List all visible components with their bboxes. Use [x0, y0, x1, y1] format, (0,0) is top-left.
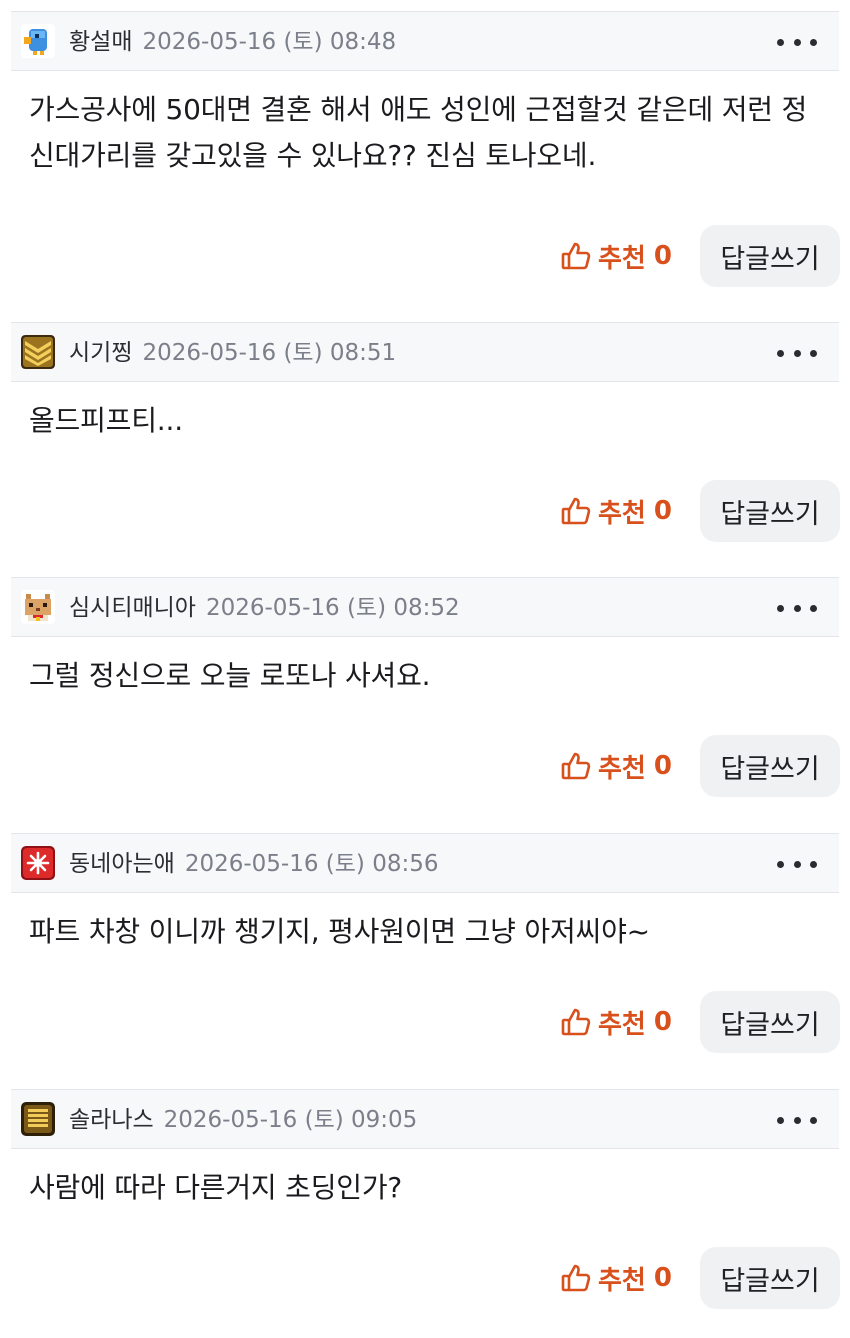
comment-item: 동네아는애 2026-05-16 (토) 08:56 파트 차창 이니까 챙기지,… [0, 833, 850, 1089]
comment-date: 2026-05-16 (토) 08:51 [142, 340, 397, 366]
like-count: 0 [653, 241, 672, 271]
like-count: 0 [653, 1007, 672, 1037]
comment-header: 동네아는애 2026-05-16 (토) 08:56 [11, 833, 839, 893]
reply-button[interactable]: 답글쓰기 [700, 1247, 840, 1309]
comment-item: 시기찡 2026-05-16 (토) 08:51 올드피프티... 추천 0 답글쓰… [0, 322, 850, 578]
like-count: 0 [653, 1263, 672, 1293]
comment-text: 그럴 정신으로 오늘 로또나 사셔요. [29, 659, 431, 692]
like-button[interactable]: 추천 0 [560, 1002, 680, 1042]
more-dots-icon[interactable] [777, 1104, 817, 1136]
thumbs-up-icon [561, 752, 591, 780]
more-dots-icon[interactable] [777, 337, 817, 369]
comment-author[interactable]: 솔라나스 2026-05-16 (토) 09:05 [69, 1106, 417, 1134]
reply-button[interactable]: 답글쓰기 [700, 225, 840, 287]
comment-text: 사람에 따라 다른거지 초딩인가? [29, 1171, 403, 1204]
comment-author[interactable]: 시기찡 2026-05-16 (토) 08:51 [69, 339, 396, 367]
more-dots-icon[interactable] [777, 848, 817, 880]
like-label: 추천 [598, 1265, 646, 1296]
comment-author[interactable]: 동네아는애 2026-05-16 (토) 08:56 [69, 850, 439, 878]
author-nickname[interactable]: 솔라나스 [69, 1107, 154, 1133]
like-count: 0 [653, 751, 672, 781]
red-burst-icon[interactable] [21, 846, 55, 880]
like-button[interactable]: 추천 0 [560, 1258, 680, 1298]
comment-date: 2026-05-16 (토) 08:52 [205, 595, 460, 621]
reply-button[interactable]: 답글쓰기 [700, 735, 840, 797]
like-button[interactable]: 추천 0 [560, 746, 680, 786]
more-dots-icon[interactable] [777, 26, 817, 58]
comment-header: 황설매 2026-05-16 (토) 08:48 [11, 11, 839, 71]
author-nickname[interactable]: 황설매 [69, 29, 132, 55]
like-button[interactable]: 추천 0 [560, 236, 680, 276]
comment-text: 가스공사에 50대면 결혼 해서 애도 성인에 근접할것 같은데 저런 정신대가… [29, 93, 808, 172]
comment-item: 솔라나스 2026-05-16 (토) 09:05 사람에 따라 다른거지 초딩인… [0, 1089, 850, 1338]
like-button[interactable]: 추천 0 [560, 491, 680, 531]
gold-chevron-rank-icon[interactable] [21, 335, 55, 369]
pixel-cat-icon[interactable] [21, 590, 55, 624]
author-nickname[interactable]: 동네아는애 [69, 851, 175, 877]
thumbs-up-icon [561, 1264, 591, 1292]
comment-header: 심시티매니아 2026-05-16 (토) 08:52 [11, 577, 839, 637]
like-label: 추천 [598, 753, 646, 784]
comment-author[interactable]: 황설매 2026-05-16 (토) 08:48 [69, 28, 396, 56]
comment-date: 2026-05-16 (토) 08:56 [184, 851, 439, 877]
like-label: 추천 [598, 243, 646, 274]
comment-date: 2026-05-16 (토) 09:05 [163, 1107, 418, 1133]
reply-button[interactable]: 답글쓰기 [700, 991, 840, 1053]
comment-text: 파트 차창 이니까 챙기지, 평사원이면 그냥 아저씨야~ [29, 915, 650, 948]
like-label: 추천 [598, 1009, 646, 1040]
author-nickname[interactable]: 심시티매니아 [69, 595, 196, 621]
gold-bars-rank-icon[interactable] [21, 1102, 55, 1136]
thumbs-up-icon [561, 497, 591, 525]
blue-bird-icon[interactable] [21, 24, 55, 58]
like-count: 0 [653, 496, 672, 526]
comment-header: 시기찡 2026-05-16 (토) 08:51 [11, 322, 839, 382]
thumbs-up-icon [561, 242, 591, 270]
reply-button[interactable]: 답글쓰기 [700, 480, 840, 542]
like-label: 추천 [598, 498, 646, 529]
more-dots-icon[interactable] [777, 592, 817, 624]
comment-text: 올드피프티... [29, 404, 183, 437]
thumbs-up-icon [561, 1008, 591, 1036]
comment-author[interactable]: 심시티매니아 2026-05-16 (토) 08:52 [69, 594, 460, 622]
comment-item: 황설매 2026-05-16 (토) 08:48 가스공사에 50대면 결혼 해서… [0, 11, 850, 287]
comment-list: 황설매 2026-05-16 (토) 08:48 가스공사에 50대면 결혼 해서… [0, 0, 850, 1338]
comment-item: 심시티매니아 2026-05-16 (토) 08:52 그럴 정신으로 오늘 로또… [0, 577, 850, 833]
comment-header: 솔라나스 2026-05-16 (토) 09:05 [11, 1089, 839, 1149]
comment-date: 2026-05-16 (토) 08:48 [142, 29, 397, 55]
author-nickname[interactable]: 시기찡 [69, 340, 132, 366]
